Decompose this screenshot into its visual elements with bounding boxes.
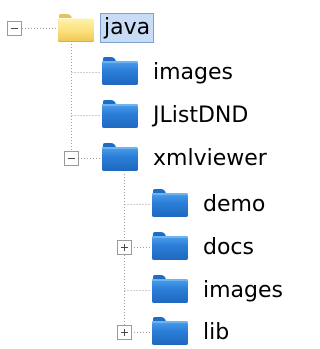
tree-node-label[interactable]: images: [150, 58, 236, 88]
tree-node-label[interactable]: lib: [200, 318, 232, 348]
folder-blue-icon: [152, 189, 188, 217]
tree-node-label[interactable]: docs: [200, 233, 257, 263]
tree-node-label[interactable]: images: [200, 276, 286, 306]
folder-open-yellow-icon: [58, 14, 94, 42]
collapse-java-icon[interactable]: [7, 21, 22, 36]
tree-node-label[interactable]: xmlviewer: [150, 144, 270, 174]
tree-node-label[interactable]: java: [100, 13, 155, 43]
folder-blue-icon: [102, 143, 138, 171]
collapse-xmlviewer-icon[interactable]: [64, 151, 79, 166]
tree-node-label[interactable]: JListDND: [150, 101, 251, 131]
folder-blue-icon: [152, 275, 188, 303]
expand-lib-icon[interactable]: [117, 325, 132, 340]
tree-node-label[interactable]: demo: [200, 190, 268, 220]
expand-docs-icon[interactable]: [117, 240, 132, 255]
folder-tree: java images JListDND xmlviewer demo docs…: [0, 0, 293, 349]
folder-blue-icon: [102, 57, 138, 85]
folder-blue-icon: [152, 232, 188, 260]
folder-blue-icon: [152, 317, 188, 345]
folder-blue-icon: [102, 100, 138, 128]
